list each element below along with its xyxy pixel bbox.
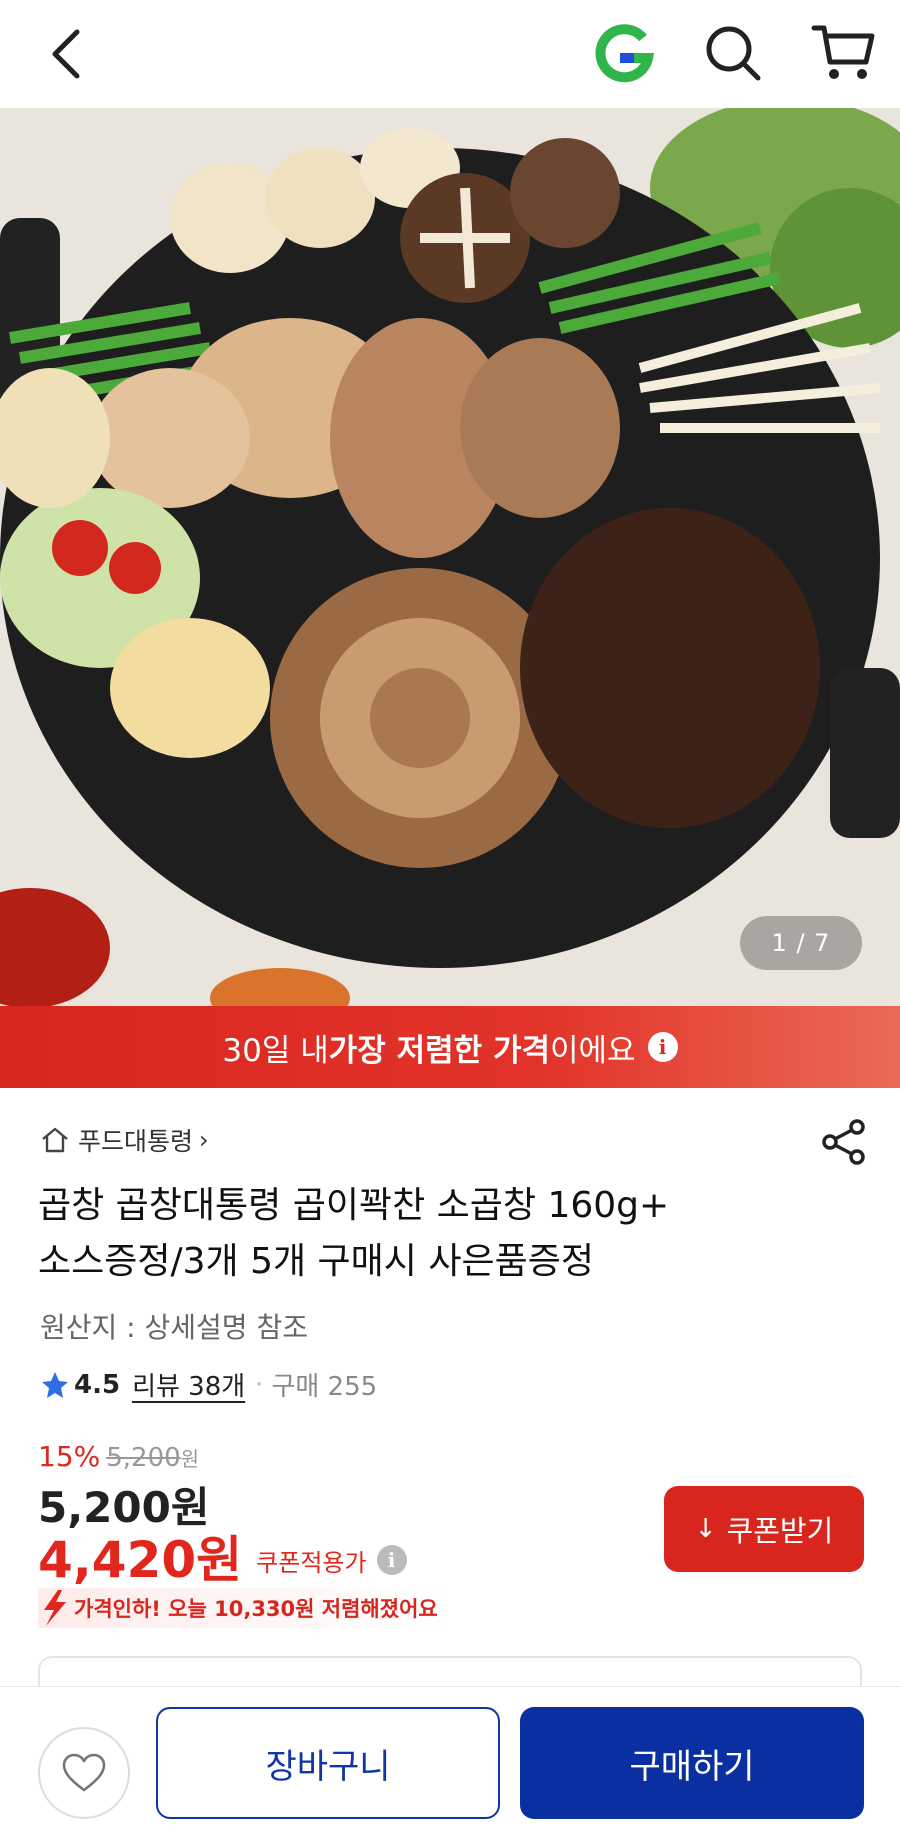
banner-text-bold: 가장 저렴한 가격 (328, 1032, 550, 1069)
home-icon (42, 1127, 68, 1153)
image-counter: 1 / 7 (740, 916, 862, 970)
seller-link[interactable]: 푸드대통령 › (40, 1122, 209, 1158)
price-drop-icon (44, 1590, 66, 1626)
lowest-price-banner: 30일 내 가장 저렴한 가격 이에요 i (0, 1006, 900, 1088)
origin-info: 원산지 : 상세설명 참조 (40, 1311, 308, 1344)
bottom-action-bar: 장바구니 구매하기 (0, 1686, 900, 1833)
heart-icon (62, 1753, 106, 1792)
get-coupon-label: 쿠폰받기 (726, 1514, 834, 1548)
back-button[interactable] (36, 24, 96, 84)
product-title-line1: 곱창 곱창대통령 곱이꽉찬 소곱창 160g+ (38, 1185, 670, 1226)
cart-button[interactable] (810, 20, 876, 86)
reviews-link[interactable]: 리뷰 38개 (132, 1366, 245, 1403)
discount-percent: 15% (38, 1440, 101, 1473)
share-icon (822, 1119, 865, 1165)
rating-row: 4.5 리뷰 38개 · 구매 255 (40, 1366, 377, 1403)
purchase-count: 구매 255 (271, 1372, 378, 1402)
coupon-price: 4,420원 (38, 1531, 243, 1589)
discount-row: 15% 5,200 원 (38, 1440, 199, 1473)
chevron-right-icon: › (199, 1126, 209, 1154)
add-to-cart-button[interactable]: 장바구니 (156, 1707, 500, 1819)
buy-now-button[interactable]: 구매하기 (520, 1707, 864, 1819)
coupon-price-label: 쿠폰적용가 (256, 1548, 367, 1577)
gmarket-logo[interactable] (594, 24, 655, 84)
product-title-line2: 소스증정/3개 5개 구매시 사은품증정 (38, 1241, 594, 1282)
product-title: 곱창 곱창대통령 곱이꽉찬 소곱창 160g+ 소스증정/3개 5개 구매시 사… (38, 1178, 838, 1290)
banner-text-after: 이에요 (550, 1032, 636, 1069)
price-drop-text: 가격인하! 오늘 10,330원 저렴해졌어요 (74, 1597, 438, 1621)
search-button[interactable] (702, 22, 764, 84)
cart-icon (811, 25, 875, 79)
separator-dot: · (255, 1369, 264, 1400)
product-photo (0, 108, 900, 1006)
original-price: 5,200 (106, 1443, 181, 1473)
rating-score: 4.5 (74, 1369, 121, 1400)
original-price-unit: 원 (180, 1447, 200, 1471)
wishlist-button[interactable] (38, 1727, 130, 1819)
info-icon[interactable]: i (376, 1545, 407, 1575)
g-logo-icon (595, 24, 655, 83)
get-coupon-button[interactable]: ↓ 쿠폰받기 (664, 1486, 864, 1572)
share-button[interactable] (820, 1118, 868, 1166)
top-bar (0, 0, 900, 108)
download-icon: ↓ (694, 1514, 717, 1544)
banner-text-before: 30일 내 (222, 1032, 329, 1069)
product-image-gallery[interactable]: 1 / 7 (0, 108, 900, 1006)
info-icon[interactable]: i (647, 1032, 678, 1062)
seller-name: 푸드대통령 (78, 1127, 194, 1156)
coupon-price-row: 4,420원 쿠폰적용가 i (38, 1520, 407, 1592)
chevron-left-icon (52, 29, 80, 79)
search-icon (706, 26, 761, 81)
price-drop-note: 가격인하! 오늘 10,330원 저렴해졌어요 (38, 1588, 454, 1628)
star-icon (42, 1371, 68, 1398)
